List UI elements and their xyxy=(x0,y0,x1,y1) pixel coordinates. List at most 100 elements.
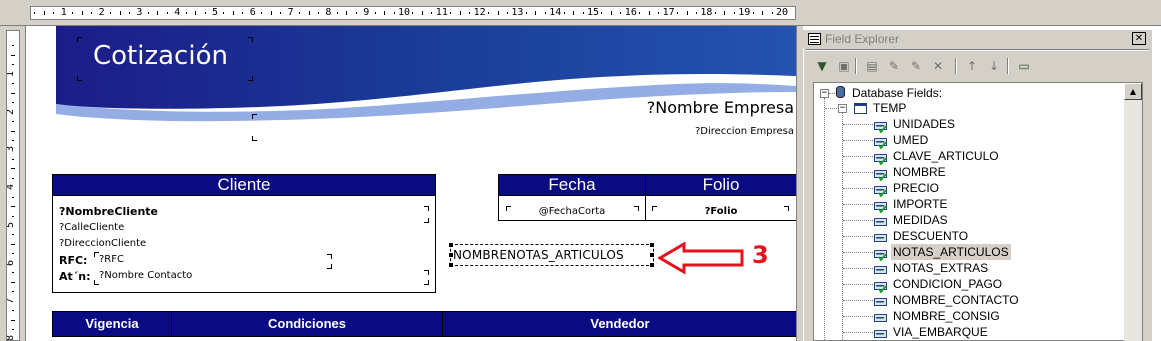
client-address-field[interactable]: ?DireccionCliente xyxy=(59,238,146,249)
handle-br[interactable] xyxy=(650,263,654,267)
h-ruler-label-2: 2 xyxy=(98,7,105,18)
tree-item-field[interactable]: NOTAS_EXTRAS xyxy=(893,260,988,276)
footer-header-vigencia[interactable]: Vigencia xyxy=(52,311,172,337)
field-icon xyxy=(874,328,888,338)
field-explorer-titlebar[interactable]: Field Explorer ✕ xyxy=(803,30,1152,48)
folio-value-field[interactable]: ?Folio xyxy=(645,206,796,217)
close-icon[interactable]: ✕ xyxy=(1132,32,1146,45)
date-value-field[interactable]: @FechaCorta xyxy=(498,206,646,217)
rfc-value-field[interactable]: ?RFC xyxy=(99,254,124,265)
h-ruler-tick xyxy=(81,11,83,15)
tree-item-field[interactable]: CLAVE_ARTICULO xyxy=(893,148,999,164)
report-design-canvas[interactable]: Cotización ?Nombre Empresa ?Direccion Em… xyxy=(26,26,796,341)
h-ruler-tick xyxy=(384,11,386,15)
tree-item-database-fields[interactable]: Database Fields: xyxy=(852,85,942,101)
tree-item-field[interactable]: NOMBRE_CONTACTO xyxy=(893,292,1019,308)
tree-item-field[interactable]: MEDIDAS xyxy=(893,212,948,228)
h-ruler-tick xyxy=(488,12,490,14)
tree-item-field[interactable]: PRECIO xyxy=(893,180,939,196)
v-ruler-tick xyxy=(11,206,15,208)
used-field-icon xyxy=(874,184,888,198)
footer-header-vendedor[interactable]: Vendedor xyxy=(442,311,796,337)
tree-item-field[interactable]: VIA_EMBARQUE xyxy=(893,324,988,340)
handle-tr[interactable] xyxy=(650,243,654,247)
handle-tl[interactable] xyxy=(449,243,453,247)
v-ruler-label-4: 4 xyxy=(6,184,17,191)
delete-icon[interactable]: ✕ xyxy=(929,57,947,75)
h-ruler-tick xyxy=(450,12,452,14)
tree-line xyxy=(843,236,873,237)
h-ruler-label-7: 7 xyxy=(287,7,294,18)
v-ruler-tick xyxy=(12,177,14,179)
h-ruler-tick xyxy=(195,11,197,15)
dragged-field-text[interactable]: NOMBRENOTAS_ARTICULOS xyxy=(453,248,624,262)
h-ruler-tick xyxy=(280,12,282,14)
client-header[interactable]: Cliente xyxy=(52,174,436,196)
date-header[interactable]: Fecha xyxy=(498,174,646,196)
title-corner-bl xyxy=(77,76,82,81)
tree-line xyxy=(843,252,873,253)
rfc-label[interactable]: RFC: xyxy=(59,254,87,267)
v-ruler-tick xyxy=(11,168,15,170)
contact-value-field[interactable]: ?Nombre Contacto xyxy=(99,270,192,281)
handle-bl[interactable] xyxy=(449,263,453,267)
h-ruler-tick xyxy=(393,12,395,14)
handle-ml[interactable] xyxy=(449,253,453,257)
tree-item-field[interactable]: NOMBRE_CONSIG xyxy=(893,308,1000,324)
v-ruler-label-2: 2 xyxy=(6,108,17,115)
expand-collapse-icon[interactable]: − xyxy=(838,104,847,113)
tree-item-field[interactable]: DESCUENTO xyxy=(893,228,968,244)
h-ruler-tick xyxy=(573,11,575,15)
client-name-field[interactable]: ?NombreCliente xyxy=(59,205,158,218)
pane-splitter[interactable] xyxy=(796,26,803,341)
toolbar-separator xyxy=(855,58,857,74)
h-ruler-tick xyxy=(677,12,679,14)
folio-header[interactable]: Folio xyxy=(645,174,796,196)
h-ruler-tick xyxy=(610,11,612,15)
h-ruler-tick xyxy=(459,11,461,15)
tree-line xyxy=(843,332,873,333)
title-corner-tr xyxy=(248,37,253,42)
field-icon xyxy=(874,264,888,274)
h-ruler-tick xyxy=(43,11,45,15)
handle-mr[interactable] xyxy=(650,253,654,257)
move-up-icon[interactable]: ↑ xyxy=(963,57,981,75)
expand-collapse-icon[interactable]: − xyxy=(820,89,829,98)
v-ruler-tick xyxy=(12,291,14,293)
tree-item-field[interactable]: NOMBRE xyxy=(893,164,946,180)
properties-icon[interactable]: ▭ xyxy=(1015,57,1033,75)
tree-scrollbar[interactable]: ▲ xyxy=(1124,83,1142,341)
h-ruler-tick xyxy=(166,12,168,14)
tree-item-field[interactable]: UMED xyxy=(893,132,928,148)
rename-icon[interactable]: ✎ xyxy=(907,57,925,75)
company-address-field[interactable]: ?Direccion Empresa xyxy=(695,126,794,137)
v-ruler-tick xyxy=(12,102,14,104)
move-down-icon[interactable]: ↓ xyxy=(985,57,1003,75)
tree-item-field[interactable]: CONDICION_PAGO xyxy=(893,276,1002,292)
tree-line xyxy=(843,156,873,157)
v-ruler-tick xyxy=(11,130,15,132)
browse-field-icon[interactable]: ▣ xyxy=(835,57,853,75)
v-ruler-label-3: 3 xyxy=(6,146,17,153)
used-field-icon xyxy=(874,152,888,166)
h-ruler-label-12: 12 xyxy=(473,7,486,18)
scroll-up-arrow-icon[interactable]: ▲ xyxy=(1124,83,1142,100)
edit-icon[interactable]: ✎ xyxy=(885,57,903,75)
table-icon xyxy=(854,103,867,114)
v-ruler-tick xyxy=(12,83,14,85)
v-ruler-tick xyxy=(12,158,14,160)
footer-header-condiciones[interactable]: Condiciones xyxy=(171,311,443,337)
report-title[interactable]: Cotización xyxy=(93,41,228,71)
h-ruler-label-18: 18 xyxy=(700,7,713,18)
tree-item-table-temp[interactable]: TEMP xyxy=(873,100,906,116)
new-formula-icon[interactable]: ▤ xyxy=(863,57,881,75)
used-field-icon xyxy=(874,168,888,182)
field-tree[interactable]: − Database Fields: − TEMP UNIDADES UMED CLAVE_… xyxy=(813,82,1143,341)
tree-item-field[interactable]: IMPORTE xyxy=(893,196,947,212)
tree-item-field[interactable]: NOTAS_ARTICULOS xyxy=(891,244,1011,260)
attn-label[interactable]: At´n: xyxy=(59,270,91,283)
tree-item-field[interactable]: UNIDADES xyxy=(893,116,955,132)
client-street-field[interactable]: ?CalleCliente xyxy=(59,222,124,233)
insert-field-icon[interactable]: ▼ xyxy=(813,57,831,75)
company-name-field[interactable]: ?Nombre Empresa xyxy=(647,98,794,117)
